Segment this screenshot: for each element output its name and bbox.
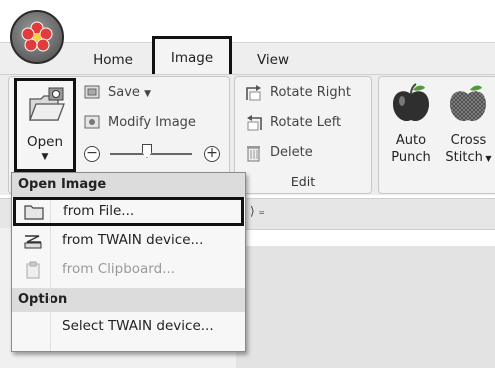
select-twain-label: Select TWAIN device... [62, 318, 214, 334]
modify-image-label: Modify Image [108, 115, 196, 130]
from-twain-label: from TWAIN device... [62, 232, 204, 248]
auto-punch-label-line2: Punch [391, 150, 431, 165]
folder-icon [24, 205, 44, 220]
tab-image[interactable]: Image [152, 36, 232, 76]
cross-stitch-label-line2: Stitch [445, 150, 483, 165]
zoom-in-icon[interactable]: + [204, 146, 220, 162]
delete-label: Delete [270, 145, 313, 160]
cross-stitch-button[interactable]: Cross Stitch ▼ [442, 80, 495, 170]
application-menu-button[interactable] [10, 10, 64, 64]
save-label: Save [108, 85, 140, 100]
open-image-menu: Open Image from File... from TWAIN devic… [11, 172, 246, 352]
tab-home[interactable]: Home [78, 46, 148, 74]
tab-view[interactable]: View [238, 46, 308, 74]
trash-icon [247, 146, 260, 162]
zoom-out-icon[interactable]: − [84, 146, 100, 162]
rotate-right-label: Rotate Right [270, 85, 351, 100]
menu-item-from-file[interactable]: from File... [13, 197, 244, 226]
rotate-left-label: Rotate Left [270, 115, 342, 130]
menu-section-open-image: Open Image [12, 173, 245, 197]
chevron-down-icon: ▼ [482, 154, 492, 163]
save-image-icon [84, 85, 100, 99]
cross-stitch-label-line2-wrap: Stitch ▼ [442, 149, 495, 167]
cross-stitch-apple-icon [450, 85, 486, 122]
clipboard-icon [26, 261, 40, 279]
menu-section-option: Option [12, 288, 245, 312]
menu-item-from-twain[interactable]: from TWAIN device... [12, 226, 245, 255]
customize-arrow-icon[interactable]: ⟩ ₌ [250, 204, 265, 218]
chevron-down-icon: ▼ [41, 152, 49, 162]
flower-logo-icon [21, 21, 53, 52]
auto-punch-label-line1: Auto [395, 133, 427, 148]
from-clipboard-label: from Clipboard... [62, 261, 176, 277]
rotate-left-icon [247, 115, 262, 131]
rotate-right-icon [246, 85, 261, 101]
chevron-down-icon: ▼ [144, 89, 151, 99]
modify-image-icon [84, 115, 100, 129]
menu-item-from-clipboard[interactable]: from Clipboard... [12, 255, 245, 284]
open-button-label: Open [26, 134, 64, 150]
edit-group-label: Edit [290, 174, 316, 189]
apple-icon [393, 83, 429, 122]
scanner-icon [24, 235, 42, 249]
design-canvas[interactable] [236, 246, 495, 368]
menu-item-select-twain[interactable]: Select TWAIN device... [12, 312, 245, 341]
horizontal-ruler [236, 232, 495, 247]
open-folder-icon [29, 87, 65, 121]
cross-stitch-label-line1: Cross [450, 133, 487, 148]
auto-punch-button[interactable]: Auto Punch [386, 80, 436, 170]
from-file-label: from File... [63, 203, 135, 219]
